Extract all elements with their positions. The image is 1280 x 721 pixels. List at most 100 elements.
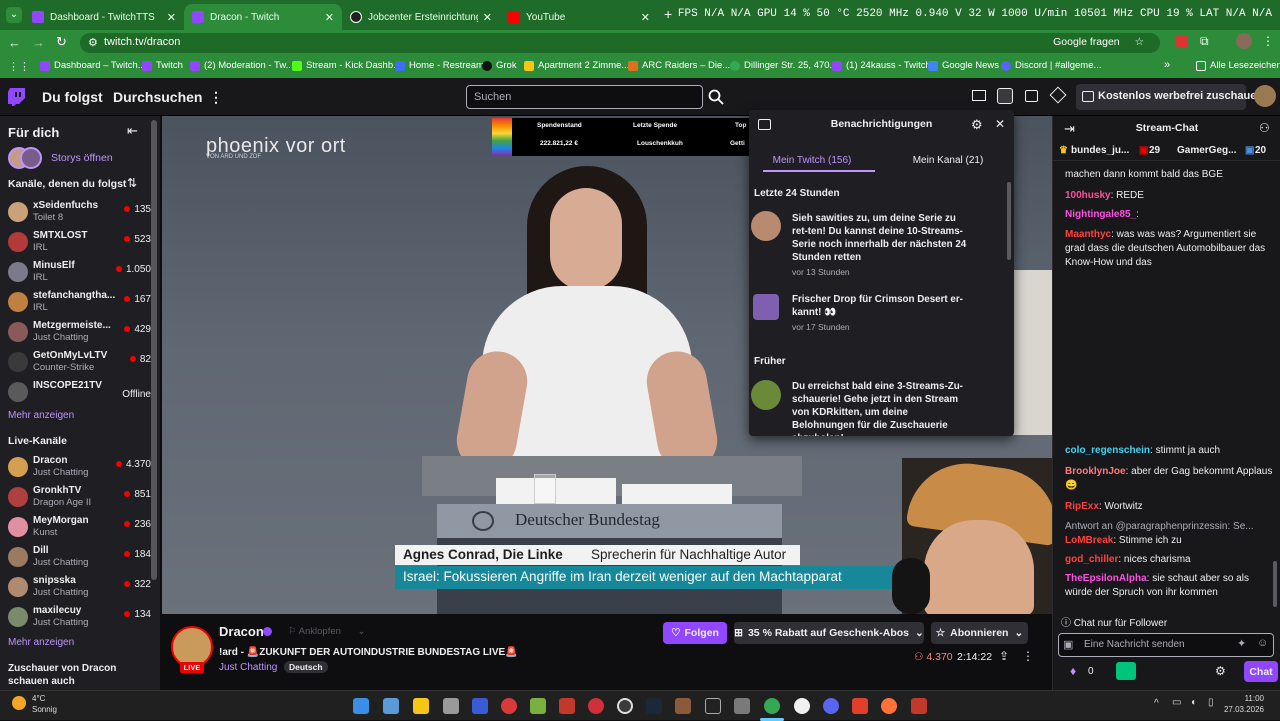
sidebar-channel[interactable]: SMTXLOST IRL 523	[8, 230, 153, 260]
app-icon[interactable]	[794, 698, 810, 714]
sidebar-channel[interactable]: Dracon Just Chatting 4.370	[8, 455, 153, 485]
bookmark-item[interactable]: Grok	[482, 60, 517, 71]
follow-button[interactable]: ♡ Folgen	[663, 622, 727, 644]
close-icon[interactable]: ✕	[483, 11, 492, 24]
steam-icon[interactable]	[646, 698, 662, 714]
sidebar-channel[interactable]: INSCOPE21TV Offline	[8, 380, 153, 410]
browse-link[interactable]: Durchsuchen	[113, 89, 202, 105]
notifications-icon[interactable]	[997, 88, 1013, 104]
adfree-button[interactable]: Kostenlos werbefrei zuschauen	[1076, 84, 1263, 110]
search-icon[interactable]	[705, 85, 727, 109]
more-icon[interactable]: ⋮	[209, 89, 223, 106]
tab-search-button[interactable]: ⌄	[6, 7, 22, 23]
show-more-link[interactable]: Mehr anzeigen	[8, 410, 74, 421]
chevron-up-icon[interactable]: ^	[1154, 698, 1159, 709]
extension-icon[interactable]	[1176, 35, 1188, 47]
prime-loot-icon[interactable]	[972, 90, 986, 101]
bookmark-item[interactable]: Twitch	[142, 60, 183, 71]
chat-username[interactable]: Maanthyc	[1065, 229, 1111, 240]
app-icon[interactable]	[734, 698, 750, 714]
app-icon[interactable]	[530, 698, 546, 714]
weather-icon[interactable]	[12, 696, 26, 710]
chat-scrollbar[interactable]	[1273, 561, 1277, 607]
emote-icon[interactable]: ☺	[1257, 637, 1268, 649]
sidebar-channel[interactable]: xSeidenfuchs Toilet 8 135	[8, 200, 153, 230]
bookmark-item[interactable]: ARC Raiders – Die...	[628, 60, 730, 71]
chrome-icon[interactable]	[764, 698, 780, 714]
leaderboard-name[interactable]: bundes_ju...	[1071, 145, 1129, 156]
menu-icon[interactable]: ⋮	[1262, 34, 1274, 48]
sidebar-channel[interactable]: MeyMorgan Kunst 236	[8, 515, 153, 545]
channel-points-icon[interactable]: ♦	[1070, 664, 1076, 678]
leaderboard-name[interactable]: GamerGeg...	[1177, 145, 1236, 156]
back-icon[interactable]: ←	[8, 35, 21, 50]
reload-icon[interactable]: ↻	[56, 34, 67, 50]
tag-badge[interactable]: Deutsch	[284, 661, 328, 673]
app-icon[interactable]	[852, 698, 868, 714]
star-icon[interactable]: ☆	[1135, 36, 1144, 48]
tab-my-twitch[interactable]: Mein Twitch (156)	[749, 155, 875, 166]
prediction-icon[interactable]	[1116, 662, 1136, 680]
v-app-icon[interactable]	[472, 698, 488, 714]
share-icon[interactable]: ⇪	[999, 649, 1009, 663]
firefox-icon[interactable]	[881, 698, 897, 714]
bookmark-item[interactable]: Dillinger Str. 25, 470...	[730, 60, 837, 71]
bookmark-item[interactable]: Google News	[928, 60, 999, 71]
chat-badge-icon[interactable]: ▣	[1063, 638, 1073, 651]
new-tab-button[interactable]: +	[664, 6, 672, 22]
show-more-link[interactable]: Mehr anzeigen	[8, 637, 74, 648]
sort-icon[interactable]: ⇅	[127, 176, 137, 190]
bookmark-item[interactable]: Home - Restream	[395, 60, 484, 71]
terminal-icon[interactable]	[705, 698, 721, 714]
sidebar-channel[interactable]: maxilecuy Just Chatting 134	[8, 605, 153, 635]
app-icon[interactable]	[675, 698, 691, 714]
battery-icon[interactable]: ▯	[1208, 697, 1214, 708]
bookmark-item[interactable]: (2) Moderation - Tw...	[190, 60, 294, 71]
clock-date[interactable]: 27.03.2026	[1220, 705, 1264, 714]
clock-time[interactable]: 11:00	[1220, 694, 1264, 703]
chat-username[interactable]: RipExx	[1065, 501, 1099, 512]
more-icon[interactable]: ⋮	[1022, 649, 1034, 663]
streamer-app-icon[interactable]	[911, 698, 927, 714]
settings-icon[interactable]: ⚙	[971, 117, 983, 133]
following-link[interactable]: Du folgst	[42, 89, 103, 105]
bookmark-item[interactable]: Dashboard – Twitch...	[40, 60, 146, 71]
chat-send-button[interactable]: Chat	[1244, 661, 1278, 682]
subscribe-button[interactable]: ☆ Abonnieren ⌄	[931, 622, 1028, 644]
chevron-right-icon[interactable]: »	[1164, 59, 1170, 71]
sidebar-channel[interactable]: snipsska Just Chatting 322	[8, 575, 153, 605]
bookmark-item[interactable]: Stream - Kick Dashb...	[292, 60, 401, 71]
chat-username[interactable]: colo_regenschein	[1065, 445, 1150, 456]
close-icon[interactable]: ✕	[641, 11, 650, 24]
bookmark-item[interactable]: Apartment 2 Zimme...	[524, 60, 629, 71]
chat-username[interactable]: Nightingale85_	[1065, 209, 1136, 220]
collapse-sidebar-icon[interactable]: ⇤	[127, 123, 138, 139]
volume-icon[interactable]: ◖	[1190, 697, 1196, 708]
bits-icon[interactable]: ✦	[1237, 637, 1246, 650]
bits-icon[interactable]	[1049, 86, 1067, 104]
pin-button[interactable]: ⚐ Anklopfen ⌄	[288, 626, 366, 637]
all-bookmarks[interactable]: Alle Lesezeichen	[1196, 60, 1280, 71]
gift-subs-button[interactable]: ⊞ 35 % Rabatt auf Geschenk-Abos ⌄	[734, 622, 924, 644]
network-icon[interactable]: ▭	[1172, 697, 1181, 708]
notification-item[interactable]: Sieh sawities zu, um deine Serie zu ret-…	[792, 212, 967, 279]
sidebar-scrollbar[interactable]	[151, 120, 157, 580]
extensions-puzzle-icon[interactable]: ⧉	[1200, 34, 1209, 49]
chat-username[interactable]: TheEpsilonAlpha	[1065, 573, 1147, 584]
sidebar-channel[interactable]: stefanchangtha... IRL 167	[8, 290, 153, 320]
close-icon[interactable]: ✕	[167, 11, 176, 24]
app-icon[interactable]	[588, 698, 604, 714]
user-avatar[interactable]	[1254, 85, 1276, 107]
chat-username[interactable]: LoMBreak	[1065, 535, 1113, 546]
bookmark-item[interactable]: (1) 24kauss - Twitch	[832, 60, 931, 71]
tab-my-channel[interactable]: Mein Kanal (21)	[885, 155, 1011, 166]
chat-username[interactable]: god_chiller	[1065, 554, 1118, 565]
google-ask-button[interactable]: Google fragen ☆	[1053, 36, 1144, 48]
chat-username[interactable]: 100husky	[1065, 190, 1111, 201]
notification-item[interactable]: Du erreichst bald eine 3-Streams-Zu-scha…	[792, 380, 967, 436]
url-input[interactable]: ⚙ twitch.tv/dracon Google fragen ☆	[80, 33, 1160, 53]
mouse-app-icon[interactable]	[443, 698, 459, 714]
notifications-scrollbar[interactable]	[1007, 182, 1011, 260]
close-icon[interactable]: ✕	[995, 117, 1005, 131]
bookmark-item[interactable]: Discord | #allgeme...	[1001, 60, 1101, 71]
